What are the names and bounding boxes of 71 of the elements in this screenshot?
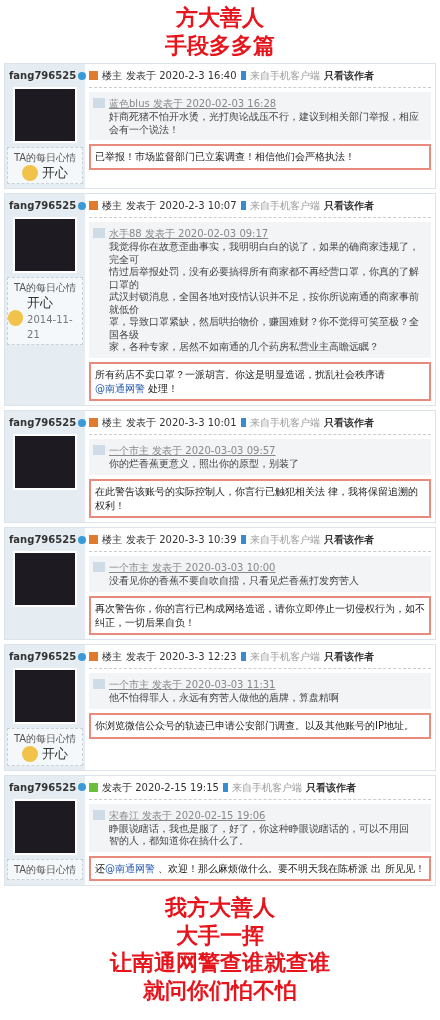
post-time: 发表于 2020-3-3 12:23	[126, 650, 237, 665]
quote-text: 你的烂香蕉更意义，照出你的原型，别装了	[109, 458, 299, 471]
reply-text: 已举报！市场监督部门已立案调查！相信他们会严格执法！	[89, 144, 431, 170]
reply-text: 所有药店不卖口罩？一派胡言。你这是明显造谣，扰乱社会秩序请 @南通网警 处理！	[89, 361, 431, 402]
avatar-photo-placeholder	[13, 551, 77, 608]
mood-title: TA的每日心情	[13, 732, 77, 747]
floor-label: 楼主	[102, 650, 122, 665]
caption-text: 大手一挥	[176, 921, 264, 950]
quote-text: 他不怕得罪人，永远有穷苦人做他的盾牌，算盘精啊	[109, 692, 339, 705]
quote-author[interactable]: 一个市主 发表于 2020-03-03 09:57	[109, 443, 299, 459]
floor-label: 楼主	[102, 416, 122, 431]
post-time: 发表于 2020-3-3 10:01	[126, 416, 237, 431]
quote-text: 罩，导致口罩紧缺，然后哄抬物价，赚国难财？你不觉得可笑至极？全国各级	[109, 316, 420, 341]
mood-value: 开心	[42, 165, 68, 182]
mood-value: 开心	[42, 746, 68, 763]
headline-text: 手段多多篇	[165, 31, 275, 59]
reply-text: 再次警告你，你的言行已构成网络造谣，请你立即停止一切侵权行为，如不纠正，一切后果自负！	[89, 595, 431, 636]
quote-text: 武汉封锁消息，全国各地对疫情认识并不足，按你所说南通的商家事前就低价	[109, 291, 420, 316]
quote-text: 家，各种专家，居然不如南通的几个药房私营业主高瞻远瞩？	[109, 341, 380, 354]
username[interactable]: fang796525	[9, 198, 77, 214]
avatar-photo-placeholder	[13, 668, 77, 725]
quote-text: 奸商死猪不怕开水烫，光打舆论战压不行，建议到相关部门举报，相应会有一个说法！	[109, 111, 420, 136]
avatar-photo-placeholder	[13, 87, 77, 143]
mention-link[interactable]: @南通网警	[105, 862, 155, 874]
client-label: 来自手机客户端	[249, 416, 320, 431]
caption-text: 让南通网警查谁就查谁	[110, 949, 330, 977]
post-time: 发表于 2020-2-3 16:40	[126, 69, 237, 83]
client-label: 来自手机客户端	[249, 650, 320, 665]
mood-value: 开心	[27, 295, 55, 312]
caption-text: 就问你们怕不怕	[143, 976, 297, 1005]
only-author-link[interactable]: 只看该作者	[323, 649, 374, 665]
floor-label: 楼主	[102, 199, 122, 214]
client-label: 来自手机客户端	[249, 199, 320, 214]
only-author-link[interactable]: 只看该作者	[323, 532, 374, 548]
username[interactable]: fang796525	[9, 68, 77, 83]
quote-text: 我觉得你在故意歪曲事实，我明明白白的说了，如果的确商家违规了，完全可	[109, 241, 420, 266]
quote-author[interactable]: 一个市主 发表于 2020-03-03 11:31	[109, 677, 339, 693]
quote-text: 没看见你的香蕉不要自吹自擂，只看见烂香蕉打发穷苦人	[109, 575, 359, 588]
username[interactable]: fang796525	[9, 532, 77, 548]
reply-text: 在此警告该账号的实际控制人，你言行已触犯相关法 律，我将保留追溯的权利！	[89, 478, 431, 519]
mood-date: 2014-11-21	[27, 312, 74, 342]
only-author-link[interactable]: 只看该作者	[323, 68, 374, 83]
username[interactable]: fang796525	[9, 415, 77, 431]
only-author-link[interactable]: 只看该作者	[323, 415, 374, 431]
floor-label: 楼主	[102, 69, 122, 83]
quote-text: 睁眼说瞎话，我也是服了，好了，你这种睁眼说瞎话的，可以不用回	[109, 822, 409, 835]
mood-title: TA的每日心情	[13, 151, 77, 165]
quote-author[interactable]: 一个市主 发表于 2020-03-03 10:00	[109, 560, 359, 576]
reply-text: 你浏览微信公众号的轨迹已申请公安部门调查。以及其他账号的IP地址。	[89, 712, 431, 739]
mood-title: TA的每日心情	[13, 281, 77, 296]
post-time: 发表于 2020-2-3 10:07	[126, 199, 237, 214]
post-time: 发表于 2020-2-15 19:15	[102, 780, 219, 795]
reply-text: 还@南通网警 、欢迎！那么麻烦做什么。要不明天我在陈桥派 出 所见见！	[89, 855, 431, 882]
mood-title: TA的每日心情	[13, 862, 77, 877]
quote-text: 情过后举报处罚，没有必要搞得所有商家都不再经营口罩，你真的了解口罩的	[109, 266, 420, 291]
avatar-photo-placeholder	[13, 434, 77, 491]
caption-text: 我方大善人	[165, 894, 275, 922]
post-time: 发表于 2020-3-3 10:39	[126, 533, 237, 548]
avatar-photo-placeholder	[13, 798, 77, 855]
avatar-photo-placeholder	[13, 217, 77, 274]
only-author-link[interactable]: 只看该作者	[323, 198, 374, 214]
username[interactable]: fang796525	[9, 779, 77, 795]
username[interactable]: fang796525	[9, 649, 77, 665]
client-label: 来自手机客户端	[249, 69, 320, 83]
client-label: 来自手机客户端	[231, 780, 302, 795]
headline-text: 方大善人	[176, 4, 264, 32]
floor-label: 楼主	[102, 533, 122, 548]
only-author-link[interactable]: 只看该作者	[305, 779, 356, 795]
mention-link[interactable]: @南通网警	[95, 382, 145, 394]
quote-text: 智的人，都知道你在搞什么了。	[109, 835, 250, 848]
client-label: 来自手机客户端	[249, 533, 320, 548]
